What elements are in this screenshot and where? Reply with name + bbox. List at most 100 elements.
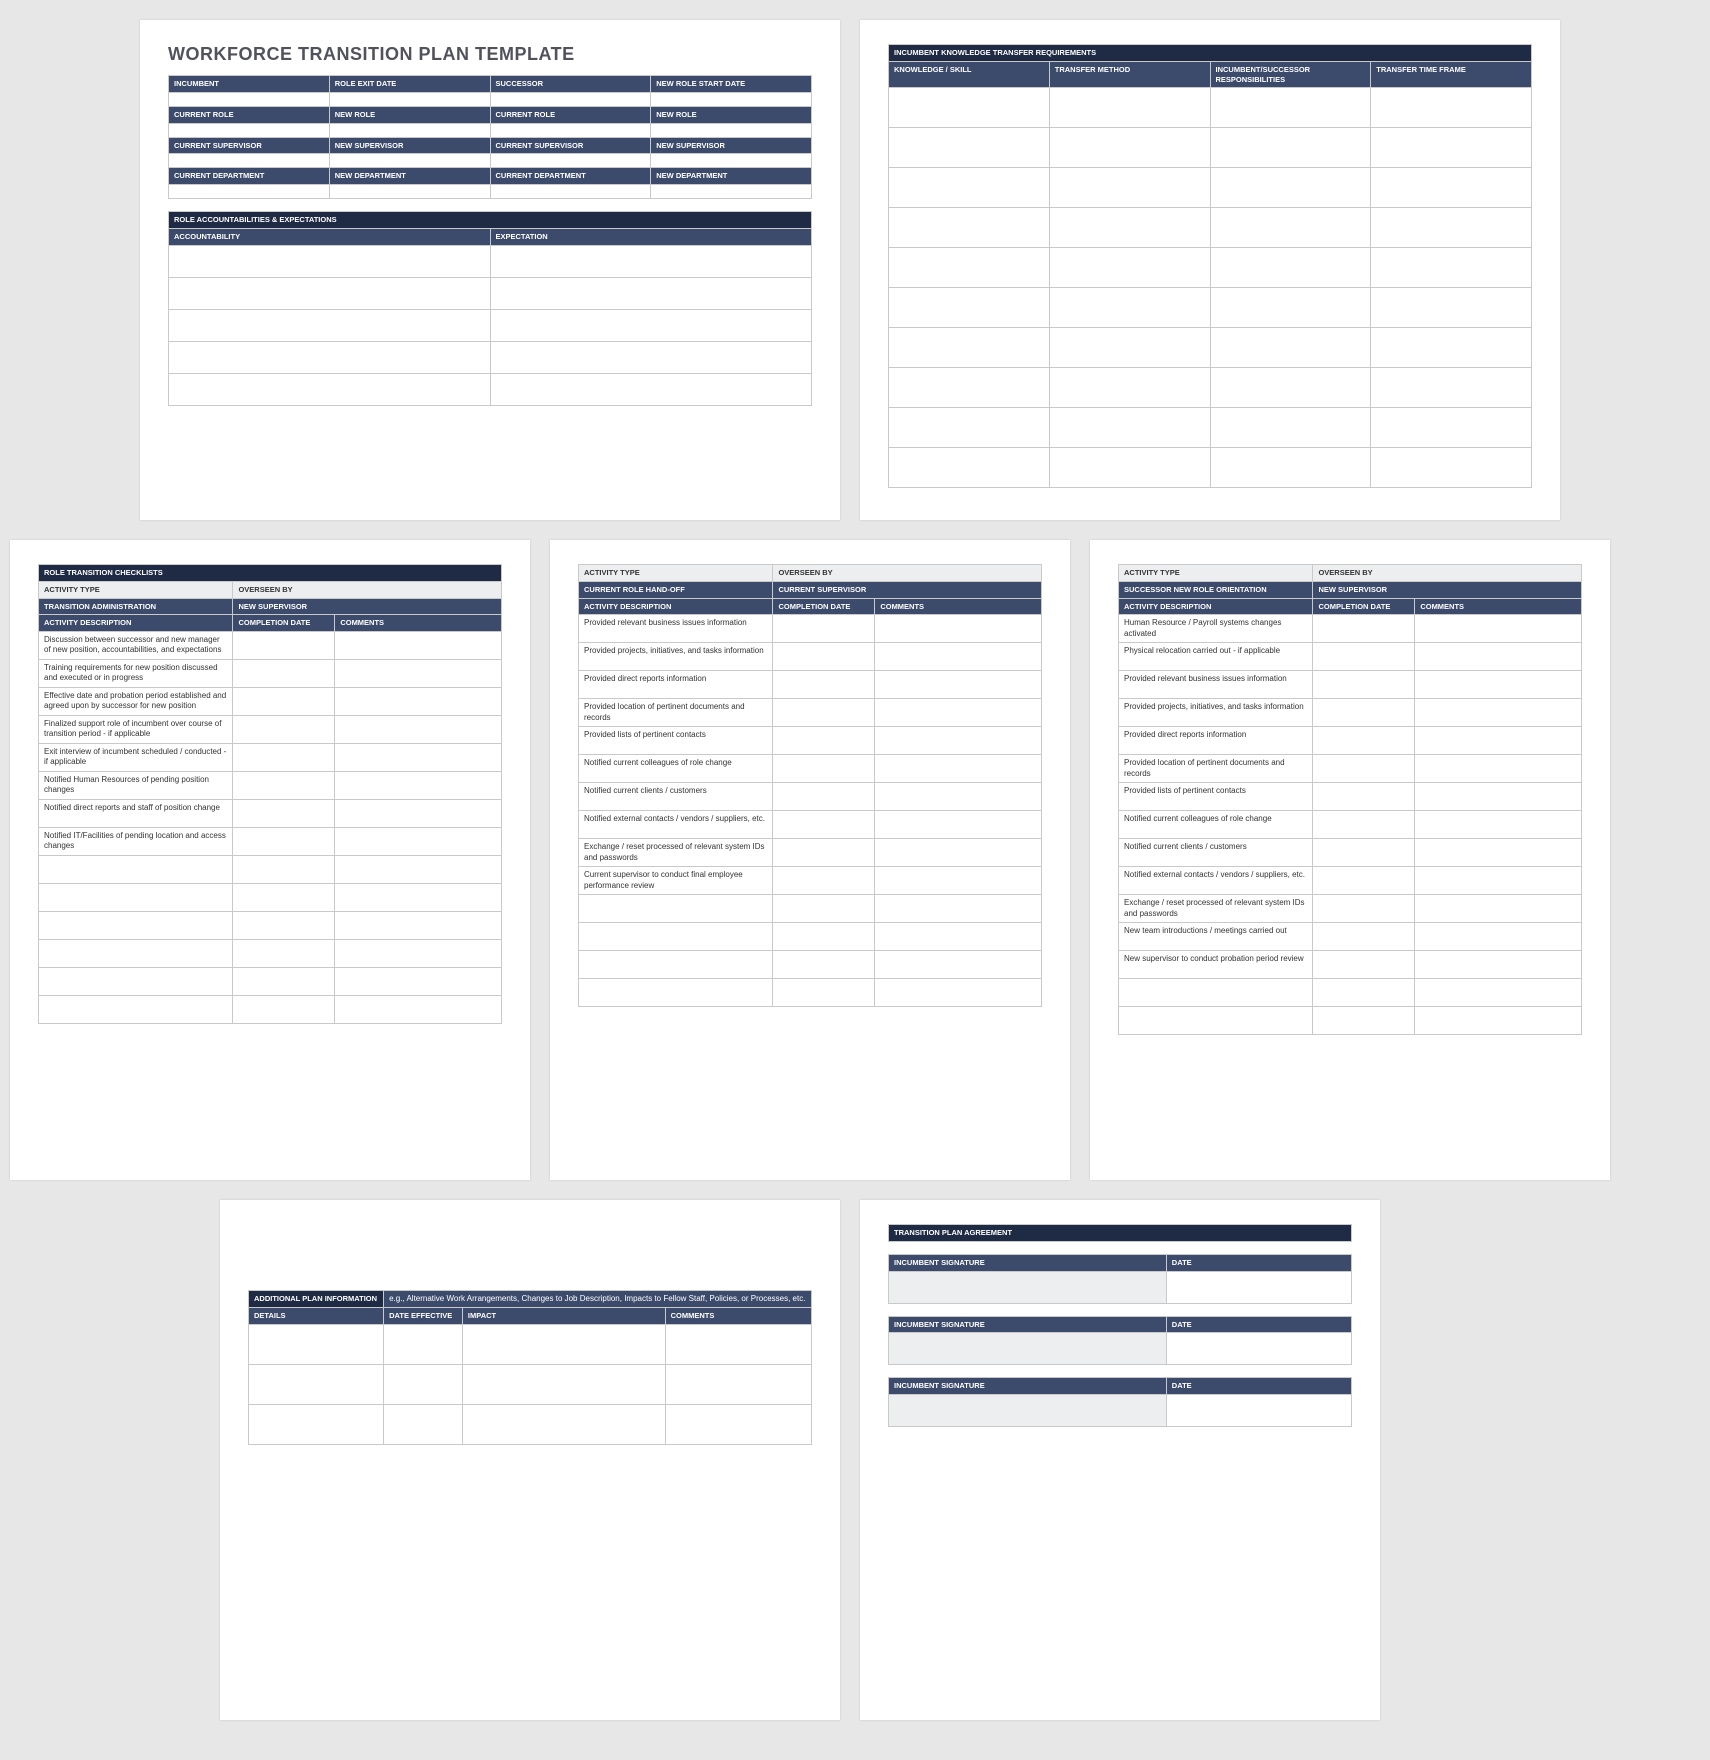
completion-date-cell[interactable]: [1313, 951, 1415, 979]
comments-cell[interactable]: [335, 800, 502, 828]
activity-description[interactable]: [39, 996, 233, 1024]
completion-date-cell[interactable]: [1313, 979, 1415, 1007]
comments-cell[interactable]: [875, 699, 1042, 727]
completion-date-cell[interactable]: [233, 968, 335, 996]
comments-cell[interactable]: [875, 979, 1042, 1007]
activity-description[interactable]: [579, 923, 773, 951]
completion-date-cell[interactable]: [773, 699, 875, 727]
comments-cell[interactable]: [335, 716, 502, 744]
completion-date-cell[interactable]: [773, 783, 875, 811]
comments-cell[interactable]: [875, 615, 1042, 643]
comments-cell[interactable]: [1415, 755, 1582, 783]
completion-date-cell[interactable]: [773, 615, 875, 643]
comments-cell[interactable]: [875, 951, 1042, 979]
completion-date-cell[interactable]: [233, 828, 335, 856]
activity-description[interactable]: [39, 856, 233, 884]
completion-date-cell[interactable]: [773, 811, 875, 839]
comments-cell[interactable]: [335, 996, 502, 1024]
comments-cell[interactable]: [1415, 895, 1582, 923]
comments-cell[interactable]: [335, 940, 502, 968]
completion-date-cell[interactable]: [233, 632, 335, 660]
completion-date-cell[interactable]: [773, 867, 875, 895]
comments-cell[interactable]: [875, 811, 1042, 839]
completion-date-cell[interactable]: [233, 716, 335, 744]
completion-date-cell[interactable]: [773, 951, 875, 979]
completion-date-cell[interactable]: [773, 727, 875, 755]
completion-date-cell[interactable]: [1313, 783, 1415, 811]
comments-cell[interactable]: [1415, 699, 1582, 727]
comments-cell[interactable]: [875, 755, 1042, 783]
comments-cell[interactable]: [1415, 867, 1582, 895]
completion-date-cell[interactable]: [233, 912, 335, 940]
comments-cell[interactable]: [875, 923, 1042, 951]
comments-cell[interactable]: [335, 744, 502, 772]
comments-cell[interactable]: [1415, 783, 1582, 811]
completion-date-cell[interactable]: [233, 884, 335, 912]
completion-date-cell[interactable]: [773, 671, 875, 699]
completion-date-cell[interactable]: [233, 772, 335, 800]
comments-cell[interactable]: [875, 643, 1042, 671]
comments-cell[interactable]: [1415, 643, 1582, 671]
activity-description[interactable]: [1119, 979, 1313, 1007]
completion-date-cell[interactable]: [233, 996, 335, 1024]
comments-cell[interactable]: [1415, 839, 1582, 867]
comments-cell[interactable]: [335, 688, 502, 716]
completion-date-cell[interactable]: [773, 839, 875, 867]
completion-date-cell[interactable]: [773, 643, 875, 671]
completion-date-cell[interactable]: [1313, 839, 1415, 867]
comments-cell[interactable]: [875, 783, 1042, 811]
comments-cell[interactable]: [335, 660, 502, 688]
signature-field[interactable]: [889, 1395, 1167, 1427]
completion-date-cell[interactable]: [1313, 895, 1415, 923]
comments-cell[interactable]: [1415, 811, 1582, 839]
activity-description[interactable]: [39, 968, 233, 996]
completion-date-cell[interactable]: [1313, 1007, 1415, 1035]
activity-description[interactable]: [579, 895, 773, 923]
completion-date-cell[interactable]: [773, 979, 875, 1007]
comments-cell[interactable]: [335, 884, 502, 912]
completion-date-cell[interactable]: [233, 660, 335, 688]
activity-description[interactable]: [579, 951, 773, 979]
comments-cell[interactable]: [1415, 1007, 1582, 1035]
completion-date-cell[interactable]: [1313, 699, 1415, 727]
completion-date-cell[interactable]: [1313, 671, 1415, 699]
completion-date-cell[interactable]: [1313, 615, 1415, 643]
signature-field[interactable]: [889, 1333, 1167, 1365]
completion-date-cell[interactable]: [233, 800, 335, 828]
comments-cell[interactable]: [335, 772, 502, 800]
completion-date-cell[interactable]: [773, 923, 875, 951]
completion-date-cell[interactable]: [773, 755, 875, 783]
completion-date-cell[interactable]: [773, 895, 875, 923]
comments-cell[interactable]: [1415, 727, 1582, 755]
completion-date-cell[interactable]: [1313, 923, 1415, 951]
comments-cell[interactable]: [1415, 951, 1582, 979]
comments-cell[interactable]: [1415, 923, 1582, 951]
completion-date-cell[interactable]: [233, 940, 335, 968]
completion-date-cell[interactable]: [233, 856, 335, 884]
completion-date-cell[interactable]: [1313, 643, 1415, 671]
comments-cell[interactable]: [335, 856, 502, 884]
activity-description[interactable]: [39, 940, 233, 968]
comments-cell[interactable]: [1415, 615, 1582, 643]
completion-date-cell[interactable]: [233, 688, 335, 716]
completion-date-cell[interactable]: [1313, 727, 1415, 755]
date-field[interactable]: [1166, 1271, 1351, 1303]
activity-description[interactable]: [579, 979, 773, 1007]
completion-date-cell[interactable]: [1313, 755, 1415, 783]
completion-date-cell[interactable]: [1313, 867, 1415, 895]
comments-cell[interactable]: [335, 632, 502, 660]
activity-description[interactable]: [39, 884, 233, 912]
comments-cell[interactable]: [875, 671, 1042, 699]
comments-cell[interactable]: [875, 895, 1042, 923]
activity-description[interactable]: [1119, 1007, 1313, 1035]
date-field[interactable]: [1166, 1395, 1351, 1427]
comments-cell[interactable]: [335, 828, 502, 856]
completion-date-cell[interactable]: [233, 744, 335, 772]
comments-cell[interactable]: [875, 867, 1042, 895]
activity-description[interactable]: [39, 912, 233, 940]
comments-cell[interactable]: [335, 912, 502, 940]
completion-date-cell[interactable]: [1313, 811, 1415, 839]
comments-cell[interactable]: [875, 839, 1042, 867]
date-field[interactable]: [1166, 1333, 1351, 1365]
comments-cell[interactable]: [1415, 671, 1582, 699]
